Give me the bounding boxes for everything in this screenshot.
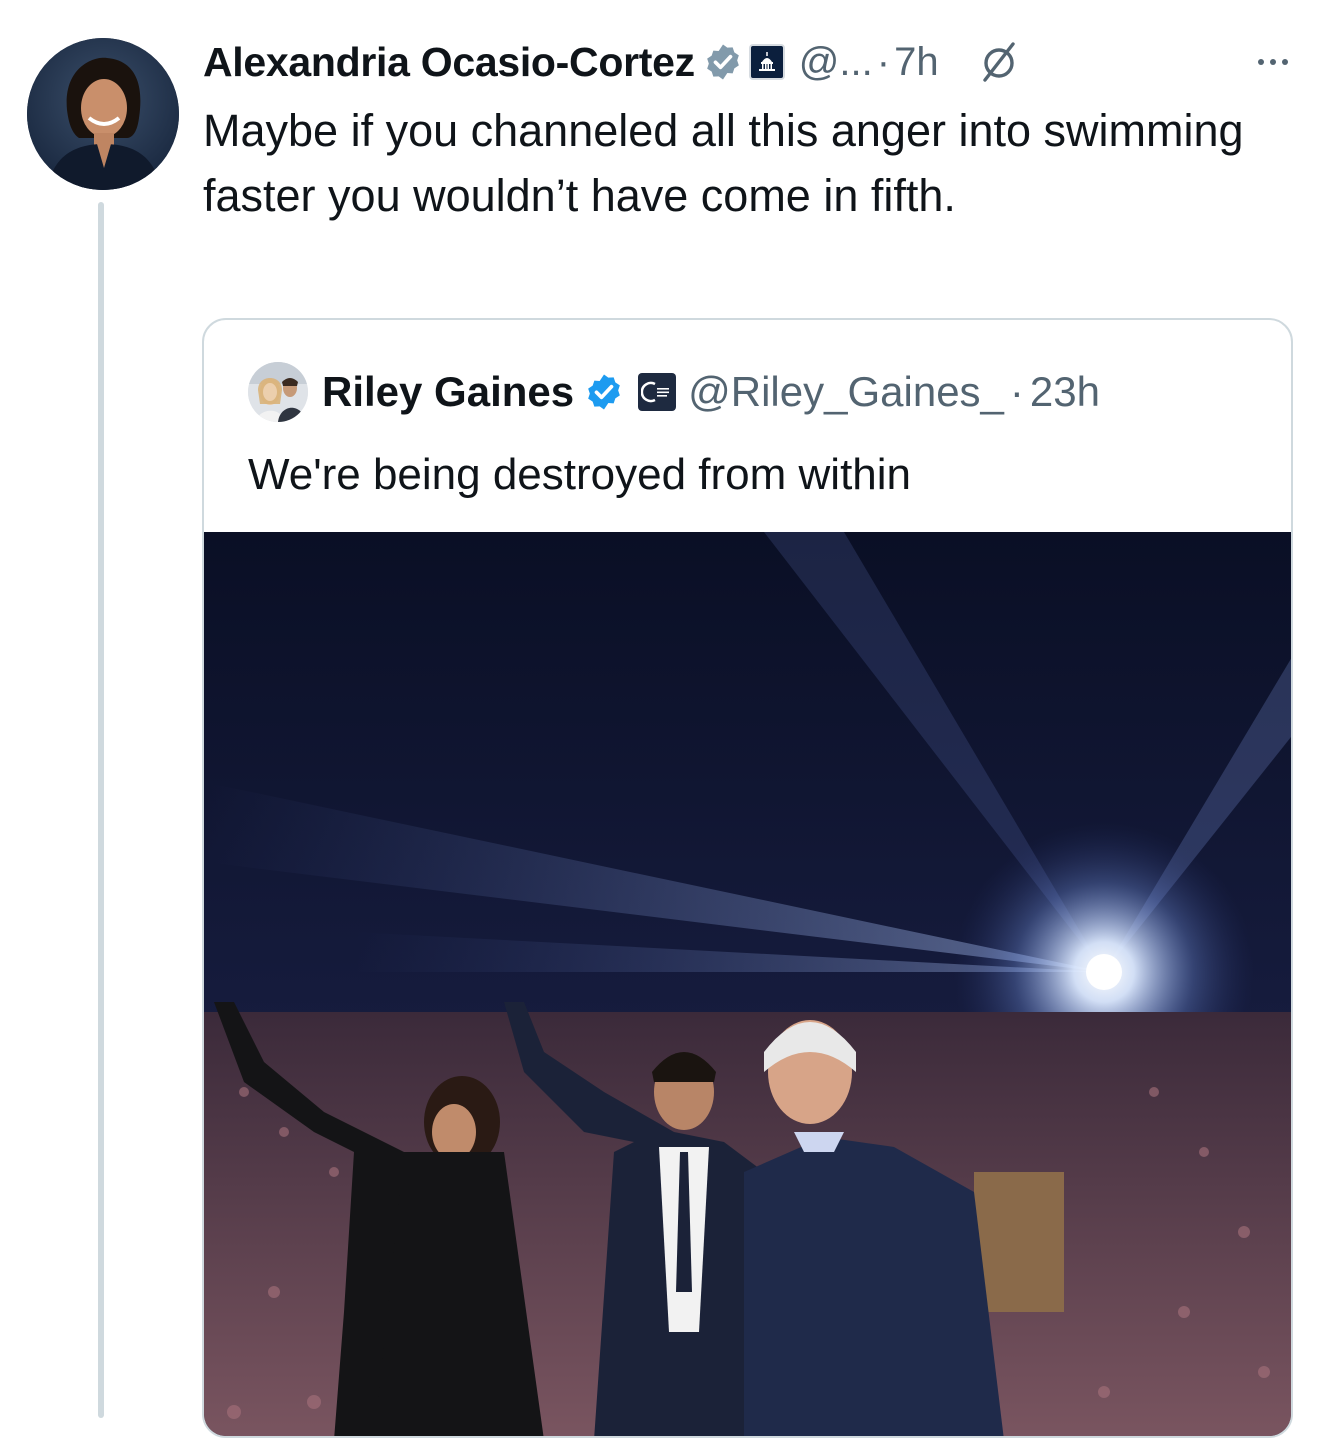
quote-author-avatar[interactable] xyxy=(248,362,308,422)
tweet-header: Alexandria Ocasio-Cortez @... · 7h xyxy=(203,30,1303,94)
quote-author-handle[interactable]: @Riley_Gaines_ xyxy=(688,368,1004,416)
quote-author-name[interactable]: Riley Gaines xyxy=(322,368,574,416)
quote-text: We're being destroyed from within xyxy=(248,450,912,499)
verified-blue-badge-icon[interactable] xyxy=(584,372,624,412)
quote-timestamp[interactable]: 23h xyxy=(1030,368,1100,416)
tweet-text: Maybe if you channeled all this anger in… xyxy=(203,105,1244,221)
tweet-timestamp[interactable]: 7h xyxy=(894,40,939,85)
quote-tweet-card[interactable]: Riley Gaines @Riley_Gaines_ · 23h We're … xyxy=(202,318,1293,1438)
quote-header: Riley Gaines @Riley_Gaines_ · 23h xyxy=(248,362,1100,422)
thread-line xyxy=(98,202,104,1418)
more-icon[interactable] xyxy=(1253,42,1293,87)
grok-icon[interactable] xyxy=(977,40,1021,84)
quote-separator-dot: · xyxy=(1009,368,1024,415)
capitol-icon[interactable] xyxy=(748,44,785,80)
verified-gray-badge-icon[interactable] xyxy=(703,42,743,82)
author-handle[interactable]: @... xyxy=(799,40,873,85)
author-name[interactable]: Alexandria Ocasio-Cortez xyxy=(203,39,695,86)
quote-media-image[interactable] xyxy=(204,532,1291,1436)
separator-dot: · xyxy=(876,39,891,84)
turning-point-icon[interactable] xyxy=(638,373,677,411)
author-avatar[interactable] xyxy=(27,38,179,190)
